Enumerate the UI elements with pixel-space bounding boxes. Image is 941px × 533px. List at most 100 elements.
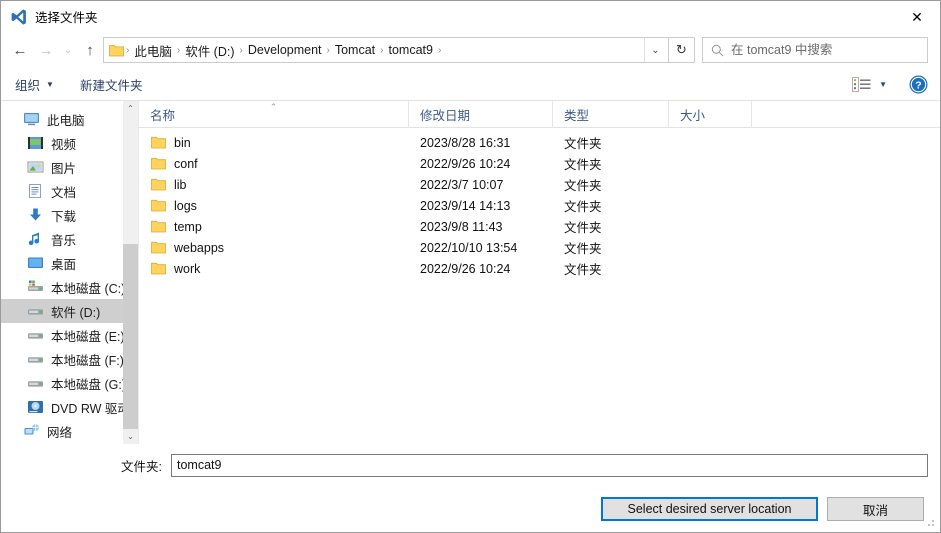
up-button[interactable]: ↑ <box>77 37 103 63</box>
file-date-cell: 2022/10/10 13:54 <box>420 240 518 255</box>
search-icon <box>711 44 724 56</box>
table-row[interactable]: work 2022/9/26 10:24 文件夹 <box>139 258 940 279</box>
table-row[interactable]: logs 2023/9/14 14:13 文件夹 <box>139 195 940 216</box>
scrollbar-track[interactable] <box>123 116 138 429</box>
select-folder-button[interactable]: Select desired server location <box>601 497 818 521</box>
drive-icon <box>28 357 43 363</box>
file-rows: bin 2023/8/28 16:31 文件夹 conf 2022/9/26 10:24… <box>139 128 940 444</box>
recent-locations-button[interactable]: ⌄ <box>59 37 77 63</box>
refresh-icon[interactable]: ↻ <box>669 37 695 63</box>
downloads-icon <box>30 208 41 221</box>
new-folder-label: 新建文件夹 <box>79 78 143 93</box>
organize-button[interactable]: 组织 ▼ <box>15 75 54 94</box>
column-header-name[interactable]: ⌃ 名称 <box>139 100 409 128</box>
window-title: 选择文件夹 <box>35 11 98 25</box>
svg-text:?: ? <box>915 79 921 91</box>
button-row: Select desired server location 取消 <box>13 486 928 532</box>
chevron-down-icon[interactable]: ▼ <box>879 80 887 89</box>
file-date-cell: 2022/9/26 10:24 <box>420 156 511 171</box>
file-name-cell: webapps <box>139 241 409 255</box>
sidebar-item-label: 音乐 <box>51 233 77 248</box>
column-header-date-label: 修改日期 <box>420 108 471 123</box>
back-button[interactable]: ← <box>7 37 33 63</box>
column-header-size-label: 大小 <box>680 108 706 123</box>
table-row[interactable]: bin 2023/8/28 16:31 文件夹 <box>139 132 940 153</box>
folder-name-input[interactable] <box>171 453 928 477</box>
vscode-icon <box>11 8 26 25</box>
sidebar-item[interactable]: 图片 <box>1 155 138 179</box>
column-header-size[interactable]: 大小 <box>669 100 752 128</box>
new-folder-button[interactable]: 新建文件夹 <box>80 75 143 94</box>
music-icon <box>28 232 40 246</box>
file-name-label: webapps <box>174 240 225 255</box>
navigation-tree: 此电脑 视频图片文档下载音乐桌面本地磁盘 (C:) 软件 (D:) 本地磁盘 (E:)… <box>1 101 138 443</box>
sidebar-item[interactable]: DVD RW 驱动器 <box>1 395 138 419</box>
network-icon <box>24 424 39 435</box>
chevron-down-icon[interactable]: ⌄ <box>644 38 666 62</box>
file-type-cell: 文件夹 <box>564 221 602 235</box>
breadcrumb-item-3[interactable]: Tomcat <box>331 43 379 57</box>
cancel-button[interactable]: 取消 <box>827 497 924 521</box>
view-layout-icon[interactable] <box>852 76 871 92</box>
breadcrumb-item-0[interactable]: 此电脑 <box>130 41 176 60</box>
sidebar-item[interactable]: 桌面 <box>1 251 138 275</box>
forward-button[interactable]: → <box>33 37 59 63</box>
sidebar-item[interactable]: 本地磁盘 (G:) <box>1 371 138 395</box>
sidebar-item[interactable]: 网络 <box>1 419 138 443</box>
help-icon[interactable]: ? <box>909 75 928 94</box>
folder-icon <box>151 199 166 212</box>
breadcrumb-item-4[interactable]: tomcat9 <box>385 43 437 57</box>
system-drive-icon <box>28 280 43 291</box>
resize-grip-icon[interactable] <box>924 517 936 529</box>
close-icon[interactable]: ✕ <box>894 1 940 32</box>
sidebar-item[interactable]: 本地磁盘 (E:) <box>1 323 138 347</box>
sidebar-item[interactable]: 下载 <box>1 203 138 227</box>
sidebar-item-label: 图片 <box>51 161 77 176</box>
folder-icon <box>151 136 166 149</box>
column-header-type[interactable]: 类型 <box>553 100 669 128</box>
sidebar-scrollbar[interactable]: ⌃ ⌄ <box>123 101 138 444</box>
table-row[interactable]: lib 2022/3/7 10:07 文件夹 <box>139 174 940 195</box>
breadcrumb-item-1[interactable]: 软件 (D:) <box>181 41 238 60</box>
file-name-cell: work <box>139 262 409 276</box>
file-list-pane: ⌃ 名称 修改日期 类型 大小 bin 2023/8/28 16:31 文件夹 con… <box>139 100 940 444</box>
search-box[interactable] <box>702 37 928 63</box>
file-type-cell: 文件夹 <box>564 242 602 256</box>
sidebar-item[interactable]: 软件 (D:) <box>1 299 138 323</box>
file-date-cell: 2023/8/28 16:31 <box>420 135 511 150</box>
folder-name-label: 文件夹: <box>121 459 162 474</box>
file-type-cell: 文件夹 <box>564 200 602 214</box>
sidebar-item[interactable]: 视频 <box>1 131 138 155</box>
scrollbar-thumb[interactable] <box>123 244 138 429</box>
table-row[interactable]: conf 2022/9/26 10:24 文件夹 <box>139 153 940 174</box>
scroll-down-icon[interactable]: ⌄ <box>123 429 138 444</box>
drive-icon <box>28 309 43 315</box>
folder-icon <box>151 262 166 275</box>
folder-icon <box>151 157 166 170</box>
sidebar-item[interactable]: 文档 <box>1 179 138 203</box>
file-name-label: work <box>174 261 201 276</box>
file-date-cell: 2022/3/7 10:07 <box>420 177 504 192</box>
table-row[interactable]: webapps 2022/10/10 13:54 文件夹 <box>139 237 940 258</box>
scroll-up-icon[interactable]: ⌃ <box>123 101 138 116</box>
desktop-icon <box>28 257 43 268</box>
breadcrumb[interactable]: › 此电脑 › 软件 (D:) › Development › Tomcat ›… <box>103 37 669 63</box>
sidebar-item[interactable]: 此电脑 <box>1 107 138 131</box>
column-header-type-label: 类型 <box>564 108 590 123</box>
breadcrumb-item-2[interactable]: Development <box>244 43 326 57</box>
column-header-date[interactable]: 修改日期 <box>409 100 553 128</box>
sidebar-item[interactable]: 本地磁盘 (C:) <box>1 275 138 299</box>
search-input[interactable] <box>731 43 927 57</box>
address-bar-row: ← → ⌄ ↑ › 此电脑 › 软件 (D:) › Development › … <box>1 32 940 68</box>
navigation-pane: 此电脑 视频图片文档下载音乐桌面本地磁盘 (C:) 软件 (D:) 本地磁盘 (E:)… <box>1 101 139 444</box>
sidebar-item[interactable]: 音乐 <box>1 227 138 251</box>
column-headers: ⌃ 名称 修改日期 类型 大小 <box>139 100 940 128</box>
file-name-cell: bin <box>139 136 409 150</box>
sidebar-item[interactable]: 本地磁盘 (F:) <box>1 347 138 371</box>
sidebar-item-label: 下载 <box>51 209 77 224</box>
sidebar-item-label: 文档 <box>51 185 77 200</box>
folder-icon <box>109 44 124 56</box>
table-row[interactable]: temp 2023/9/8 11:43 文件夹 <box>139 216 940 237</box>
file-name-label: conf <box>174 156 198 171</box>
sidebar-item-label: 本地磁盘 (C:) <box>51 281 126 296</box>
